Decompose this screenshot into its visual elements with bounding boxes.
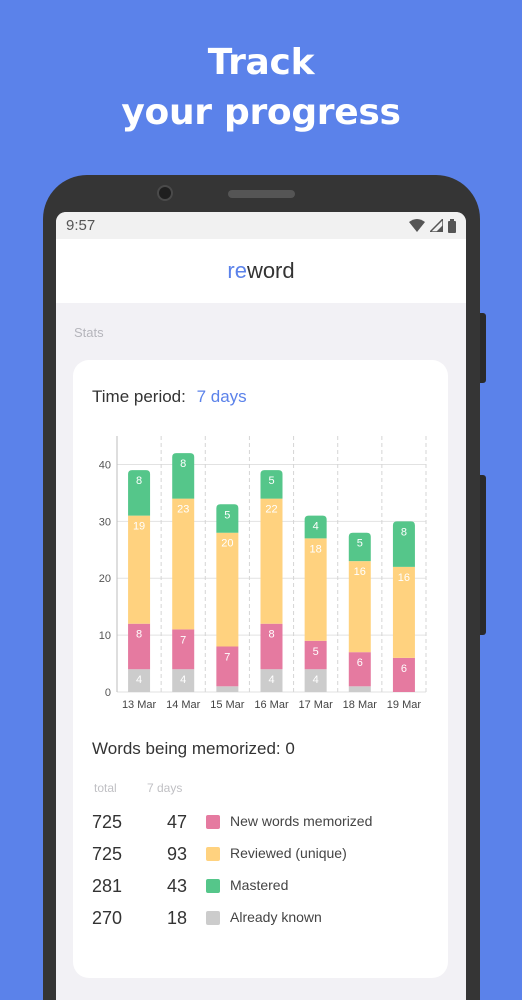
status-bar: 9:57 <box>56 212 466 239</box>
camera-lens <box>157 185 173 201</box>
bar-value-label: 7 <box>224 651 230 663</box>
bar-value-label: 4 <box>268 674 274 686</box>
col-header-total: total <box>94 781 117 795</box>
bar-segment <box>172 498 195 630</box>
legend-swatch <box>206 911 220 925</box>
battery-icon <box>448 218 456 233</box>
bar-value-label: 4 <box>313 674 319 686</box>
bar-value-label: 4 <box>180 674 186 686</box>
status-time: 9:57 <box>66 217 96 234</box>
y-tick-label: 0 <box>105 687 111 699</box>
x-tick-label: 15 Mar <box>210 699 245 711</box>
bar-value-label: 16 <box>398 572 410 584</box>
x-tick-label: 19 Mar <box>387 699 422 711</box>
legend-week: 43 <box>166 876 187 896</box>
legend-row-known: 270 18 Already known <box>73 908 448 932</box>
legend-total: 725 <box>92 844 123 864</box>
bar-segment <box>216 532 239 647</box>
legend-row-mastered: 281 43 Mastered <box>73 876 448 900</box>
bar-value-label: 8 <box>180 458 186 470</box>
bar-value-label: 5 <box>268 475 274 487</box>
legend-label: Already known <box>230 909 322 925</box>
bar-value-label: 6 <box>401 663 407 675</box>
power-button <box>480 313 486 383</box>
time-period-selector[interactable]: Time period: 7 days <box>92 387 247 407</box>
legend-week: 18 <box>166 908 187 928</box>
words-memorizing-label: Words being memorized: 0 <box>92 739 295 758</box>
legend-row-reviewed: 725 93 Reviewed (unique) <box>73 844 448 868</box>
speaker-grille <box>228 190 295 198</box>
legend-week: 93 <box>166 844 187 864</box>
stats-section-label: Stats <box>74 325 104 340</box>
promo-line-1: Track <box>207 42 315 83</box>
legend-total: 725 <box>92 812 123 832</box>
bar-value-label: 5 <box>313 646 319 658</box>
wifi-icon <box>409 219 425 232</box>
app-bar: reword <box>56 239 466 303</box>
x-tick-label: 13 Mar <box>122 699 157 711</box>
x-tick-label: 14 Mar <box>166 699 201 711</box>
legend-swatch <box>206 847 220 861</box>
legend-row-new: 725 47 New words memorized <box>73 812 448 836</box>
legend-label: New words memorized <box>230 813 373 829</box>
bar-value-label: 8 <box>136 475 142 487</box>
bar-value-label: 8 <box>401 526 407 538</box>
legend-label: Reviewed (unique) <box>230 845 347 861</box>
y-tick-label: 40 <box>99 459 111 471</box>
x-tick-label: 17 Mar <box>299 699 334 711</box>
legend-label: Mastered <box>230 877 289 893</box>
x-tick-label: 18 Mar <box>343 699 378 711</box>
bar-value-label: 8 <box>268 629 274 641</box>
bar-value-label: 5 <box>357 538 363 550</box>
legend-swatch <box>206 815 220 829</box>
col-header-week: 7 days <box>147 781 183 795</box>
bar-value-label: 23 <box>177 504 189 516</box>
promo-line-2: your progress <box>121 92 401 133</box>
bar-value-label: 16 <box>354 566 366 578</box>
y-tick-label: 10 <box>99 630 111 642</box>
phone-screen: 9:57 reword Stats Time period: 7 days 01… <box>56 212 466 1000</box>
x-tick-label: 16 Mar <box>254 699 289 711</box>
bar-segment <box>260 498 283 624</box>
signal-icon <box>430 219 443 232</box>
bar-value-label: 20 <box>221 538 233 550</box>
bar-value-label: 18 <box>310 543 322 555</box>
bar-value-label: 4 <box>313 521 319 533</box>
bar-value-label: 5 <box>224 509 230 521</box>
y-tick-label: 20 <box>99 573 111 585</box>
y-tick-label: 30 <box>99 516 111 528</box>
legend-week: 47 <box>166 812 187 832</box>
stats-card: Time period: 7 days 0 10 20 30 40 4 8 19 8 13 Mar… <box>73 360 448 978</box>
time-period-value[interactable]: 7 days <box>197 387 247 406</box>
legend-swatch <box>206 879 220 893</box>
legend-total: 270 <box>92 908 123 928</box>
bar-value-label: 8 <box>136 629 142 641</box>
bar-value-label: 4 <box>136 674 142 686</box>
legend-total: 281 <box>92 876 123 896</box>
time-period-label: Time period: <box>92 387 186 406</box>
bar-value-label: 6 <box>357 657 363 669</box>
bar-value-label: 7 <box>180 634 186 646</box>
bar-value-label: 22 <box>265 504 277 516</box>
volume-button <box>480 475 486 635</box>
stacked-bar-chart: 0102030404819813 Mar4723814 Mar1720515 M… <box>99 436 427 711</box>
bar-value-label: 19 <box>133 521 145 533</box>
promo-headline: Track your progress <box>0 38 522 138</box>
app-logo: reword <box>227 258 295 283</box>
